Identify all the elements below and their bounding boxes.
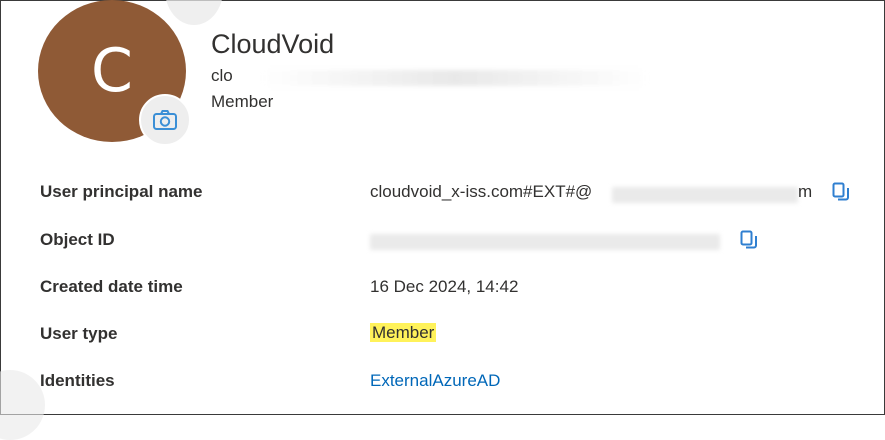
user-role: Member [211, 92, 274, 111]
identities-link[interactable]: ExternalAzureAD [370, 371, 500, 391]
user-email: clo [211, 66, 233, 85]
redacted-email [260, 70, 650, 86]
camera-icon [153, 110, 177, 130]
value-user-principal-name: cloudvoid_x-iss.com#EXT#@ [370, 182, 592, 202]
value-created-date-time: 16 Dec 2024, 14:42 [370, 277, 519, 296]
copy-icon[interactable] [739, 229, 759, 251]
redacted-object-id [370, 234, 720, 250]
user-type-highlight: Member [370, 323, 437, 342]
upn-text: cloudvoid_x-iss.com#EXT#@ [370, 182, 593, 201]
label-identities: Identities [40, 371, 115, 390]
label-user-principal-name: User principal name [40, 182, 203, 201]
redacted-upn [612, 187, 798, 203]
label-user-type: User type [40, 324, 118, 343]
value-user-type: Member [370, 323, 437, 343]
label-created-date-time: Created date time [40, 277, 183, 296]
change-photo-button[interactable] [139, 94, 191, 146]
upn-trail: m [798, 182, 813, 201]
copy-icon[interactable] [831, 181, 851, 203]
page-title: CloudVoid [211, 29, 335, 59]
label-object-id: Object ID [40, 230, 115, 249]
